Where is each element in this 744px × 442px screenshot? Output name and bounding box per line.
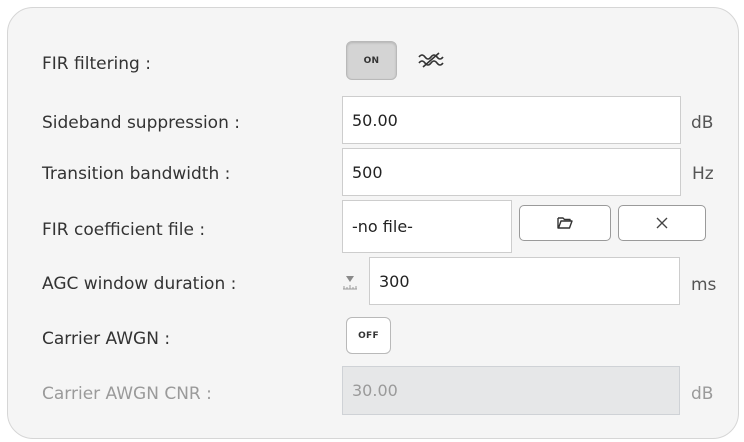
fir-coefficient-file-input[interactable]: -no file- — [342, 200, 512, 253]
agc-window-duration-label: AGC window duration : — [42, 274, 237, 294]
sideband-suppression-label: Sideband suppression : — [42, 113, 240, 133]
lowpass-filter-icon — [417, 47, 445, 71]
sideband-suppression-input[interactable]: 50.00 — [342, 96, 681, 144]
settings-panel: FIR filtering : ON Sideband suppression … — [7, 7, 739, 439]
carrier-awgn-cnr-unit: dB — [691, 384, 714, 404]
fir-filtering-label: FIR filtering : — [42, 54, 151, 74]
folder-open-icon — [557, 214, 573, 233]
carrier-awgn-cnr-input: 30.00 — [342, 366, 680, 415]
carrier-awgn-label: Carrier AWGN : — [42, 329, 171, 349]
ruler-slider-icon[interactable] — [341, 274, 359, 292]
transition-bandwidth-unit: Hz — [692, 164, 714, 184]
carrier-awgn-cnr-label: Carrier AWGN CNR : — [42, 384, 212, 404]
sideband-suppression-unit: dB — [691, 113, 714, 133]
agc-window-duration-unit: ms — [691, 275, 717, 295]
clear-file-button[interactable] — [618, 205, 706, 241]
fir-filtering-toggle[interactable]: ON — [346, 41, 397, 80]
open-file-button[interactable] — [519, 205, 611, 241]
transition-bandwidth-input[interactable]: 500 — [342, 148, 681, 196]
fir-coefficient-file-label: FIR coefficient file : — [42, 220, 206, 240]
transition-bandwidth-label: Transition bandwidth : — [42, 164, 231, 184]
agc-window-duration-input[interactable]: 300 — [369, 257, 680, 305]
close-icon — [656, 214, 668, 233]
carrier-awgn-toggle[interactable]: OFF — [346, 317, 391, 354]
